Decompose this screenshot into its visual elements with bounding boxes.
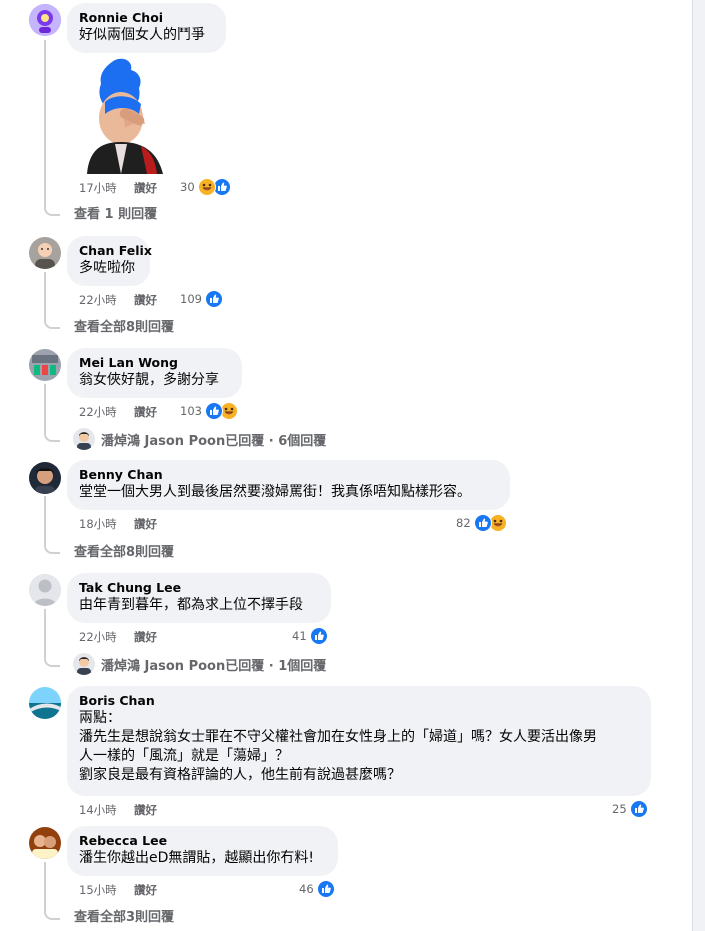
like-reaction-icon <box>204 402 223 420</box>
comment-text-line: 兩點： <box>79 710 121 726</box>
comment-time[interactable]: 22小時 <box>79 293 134 307</box>
like-button[interactable]: 讚好 <box>134 883 157 897</box>
like-button[interactable]: 讚好 <box>134 803 157 817</box>
reaction-summary[interactable]: 103 <box>180 402 238 420</box>
haha-reaction-icon <box>197 178 216 196</box>
comment-time[interactable]: 18小時 <box>79 517 134 531</box>
like-reaction-icon <box>309 627 328 645</box>
comment-meta: 22小時 讚好 <box>79 405 157 419</box>
avatar[interactable] <box>29 574 61 606</box>
card-border <box>692 0 693 931</box>
comment-meta: 14小時 讚好 <box>79 803 157 817</box>
reaction-summary[interactable]: 46 <box>299 880 335 898</box>
avatar[interactable] <box>29 4 61 36</box>
avatar[interactable] <box>29 687 61 719</box>
comment-meta: 18小時 讚好 <box>79 517 157 531</box>
reply-preview-text: 潘焯鴻 Jason Poon已回覆 · 6個回覆 <box>101 433 327 449</box>
avatar[interactable] <box>29 237 61 269</box>
comment-bubble: Chan Felix 多咗啦你 <box>67 236 152 286</box>
comment-time[interactable]: 15小時 <box>79 883 134 897</box>
reaction-count: 41 <box>292 629 307 643</box>
comment-text-line: 潘先生是想說翁女士罪在不守父權社會加在女性身上的「婦道」嗎？女人要活出像男 <box>79 729 597 745</box>
comment-meta: 17小時 讚好 <box>79 181 157 195</box>
avatar <box>73 428 95 450</box>
comment-bubble: Benny Chan 堂堂一個大男人到最後居然要潑婦罵街！我真係唔知點樣形容。 <box>67 460 510 510</box>
comment-author[interactable]: Mei Lan Wong <box>79 355 230 371</box>
comment-author[interactable]: Chan Felix <box>79 243 152 259</box>
comment-meta: 15小時 讚好 <box>79 883 157 897</box>
comment-time[interactable]: 22小時 <box>79 405 134 419</box>
thread-line <box>44 496 60 554</box>
view-replies-link[interactable]: 查看全部8則回覆 <box>74 545 174 561</box>
comment-text-line: 劉家良是最有資格評論的人，他生前有說過甚麼嗎？ <box>79 767 401 783</box>
like-button[interactable]: 讚好 <box>134 630 157 644</box>
like-button[interactable]: 讚好 <box>134 517 157 531</box>
comment-bubble: Ronnie Choi 好似兩個女人的鬥爭 <box>67 3 226 53</box>
sticker-image[interactable] <box>79 58 175 174</box>
reaction-count: 109 <box>180 292 202 306</box>
reaction-count: 25 <box>612 802 627 816</box>
comment-time[interactable]: 14小時 <box>79 803 134 817</box>
thread-line <box>44 384 60 442</box>
reply-preview[interactable]: 潘焯鴻 Jason Poon已回覆 · 6個回覆 <box>73 428 326 450</box>
thread-line <box>44 272 60 329</box>
avatar[interactable] <box>29 827 61 859</box>
reply-preview-text: 潘焯鴻 Jason Poon已回覆 · 1個回覆 <box>101 658 327 674</box>
like-button[interactable]: 讚好 <box>134 293 157 307</box>
avatar[interactable] <box>29 462 61 494</box>
comment-text: 好似兩個女人的鬥爭 <box>79 27 205 43</box>
comment-author[interactable]: Rebecca Lee <box>79 833 326 849</box>
comment-text: 潘生你越出eD無謂貼，越顯出你冇料! <box>79 850 315 866</box>
view-replies-link[interactable]: 查看全部8則回覆 <box>74 320 174 336</box>
like-reaction-icon <box>629 800 648 818</box>
reaction-summary[interactable]: 109 <box>180 290 223 308</box>
avatar <box>73 653 95 675</box>
comment-bubble: Tak Chung Lee 由年青到暮年，都為求上位不擇手段 <box>67 573 331 623</box>
comment-meta: 22小時 讚好 <box>79 293 157 307</box>
view-replies-link[interactable]: 查看全部3則回覆 <box>74 910 174 926</box>
comment-bubble: Mei Lan Wong 翁女俠好靚，多謝分享 <box>67 348 242 398</box>
avatar[interactable] <box>29 349 61 381</box>
reply-preview[interactable]: 潘焯鴻 Jason Poon已回覆 · 1個回覆 <box>73 653 326 675</box>
reaction-summary[interactable]: 41 <box>292 627 328 645</box>
comment-text-line: 人一樣的「風流」就是「蕩婦」？ <box>79 748 289 764</box>
comment-bubble: Rebecca Lee 潘生你越出eD無謂貼，越顯出你冇料! <box>67 826 338 876</box>
reaction-summary[interactable]: 30 <box>180 178 231 196</box>
page-background-strip <box>693 0 705 931</box>
reaction-count: 103 <box>180 404 202 418</box>
thread-line <box>44 609 60 667</box>
reaction-count: 30 <box>180 180 195 194</box>
reaction-summary[interactable]: 82 <box>456 514 507 532</box>
comment-author[interactable]: Benny Chan <box>79 467 498 483</box>
like-reaction-icon <box>316 880 335 898</box>
reaction-count: 82 <box>456 516 471 530</box>
comment-bubble: Boris Chan 兩點： 潘先生是想說翁女士罪在不守父權社會加在女性身上的「… <box>67 686 651 796</box>
comment-author[interactable]: Boris Chan <box>79 693 639 709</box>
like-reaction-icon <box>473 514 492 532</box>
reaction-summary[interactable]: 25 <box>612 800 648 818</box>
comment-text: 堂堂一個大男人到最後居然要潑婦罵街！我真係唔知點樣形容。 <box>79 484 471 500</box>
comment-text: 翁女俠好靚，多謝分享 <box>79 372 219 388</box>
comment-text: 多咗啦你 <box>79 260 135 276</box>
comment-author[interactable]: Ronnie Choi <box>79 10 214 26</box>
comment-time[interactable]: 22小時 <box>79 630 134 644</box>
comment-meta: 22小時 讚好 <box>79 630 157 644</box>
thread-line <box>44 40 60 216</box>
comment-author[interactable]: Tak Chung Lee <box>79 580 319 596</box>
view-replies-link[interactable]: 查看 1 則回覆 <box>74 207 157 223</box>
comment-time[interactable]: 17小時 <box>79 181 134 195</box>
comment-text: 由年青到暮年，都為求上位不擇手段 <box>79 597 303 613</box>
reaction-count: 46 <box>299 882 314 896</box>
like-reaction-icon <box>204 290 223 308</box>
thread-line <box>44 862 60 920</box>
like-button[interactable]: 讚好 <box>134 181 157 195</box>
like-button[interactable]: 讚好 <box>134 405 157 419</box>
